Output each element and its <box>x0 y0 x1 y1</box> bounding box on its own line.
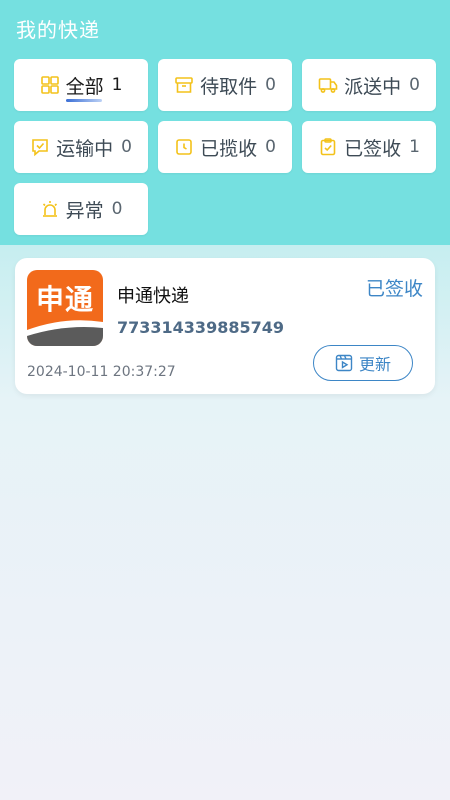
logo-swoosh <box>27 320 103 346</box>
courier-logo-text: 申通 <box>35 283 94 316</box>
filter-all-count: 1 <box>111 75 123 95</box>
filter-in-transit-button[interactable]: 运输中 0 <box>14 121 148 173</box>
filter-delivering-count: 0 <box>409 75 420 95</box>
filter-pending-pickup-button[interactable]: 待取件 0 <box>158 59 292 111</box>
filter-signed-button[interactable]: 已签收 1 <box>302 121 436 173</box>
filter-signed-count: 1 <box>409 137 420 157</box>
package-box-icon <box>174 75 194 95</box>
transit-icon <box>30 137 50 157</box>
filter-delivering-button[interactable]: 派送中 0 <box>302 59 436 111</box>
filter-exception-count: 0 <box>111 199 123 219</box>
clipboard-check-icon <box>318 137 338 157</box>
status-filter-grid: 全部 1 待取件 0 派送中 0 运输中 0 已揽收 0 已签收 1 异常 0 <box>14 59 436 235</box>
tracking-number: 773314339885749 <box>117 318 284 337</box>
filter-all-button[interactable]: 全部 1 <box>14 59 148 111</box>
filter-exception-label: 异常 <box>65 199 104 222</box>
courier-name: 申通快递 <box>117 286 189 307</box>
filter-signed-label: 已签收 <box>344 137 402 160</box>
filter-pending-pickup-label: 待取件 <box>200 75 258 98</box>
filter-exception-button[interactable]: 异常 0 <box>14 183 148 235</box>
collected-icon <box>174 137 194 157</box>
truck-icon <box>318 75 338 95</box>
shipment-timestamp: 2024-10-11 20:37:27 <box>27 364 176 380</box>
grid-icon <box>40 75 60 95</box>
filter-delivering-label: 派送中 <box>344 75 402 98</box>
shipment-card[interactable]: 申通 申通快递 773314339885749 已签收 2024-10-11 2… <box>15 258 435 394</box>
filter-in-transit-count: 0 <box>121 137 132 157</box>
filter-all-label: 全部 <box>65 72 104 102</box>
alarm-light-icon <box>40 199 60 219</box>
filter-pending-pickup-count: 0 <box>265 75 276 95</box>
update-button[interactable]: 更新 <box>313 345 413 381</box>
update-button-label: 更新 <box>358 355 391 374</box>
filter-collected-button[interactable]: 已揽收 0 <box>158 121 292 173</box>
filter-in-transit-label: 运输中 <box>56 137 114 160</box>
shipment-status: 已签收 <box>365 278 423 300</box>
page-title: 我的快递 <box>16 18 100 42</box>
filter-collected-count: 0 <box>265 137 276 157</box>
filter-collected-label: 已揽收 <box>200 137 258 160</box>
courier-logo: 申通 <box>27 270 103 346</box>
refresh-video-icon <box>335 354 353 372</box>
